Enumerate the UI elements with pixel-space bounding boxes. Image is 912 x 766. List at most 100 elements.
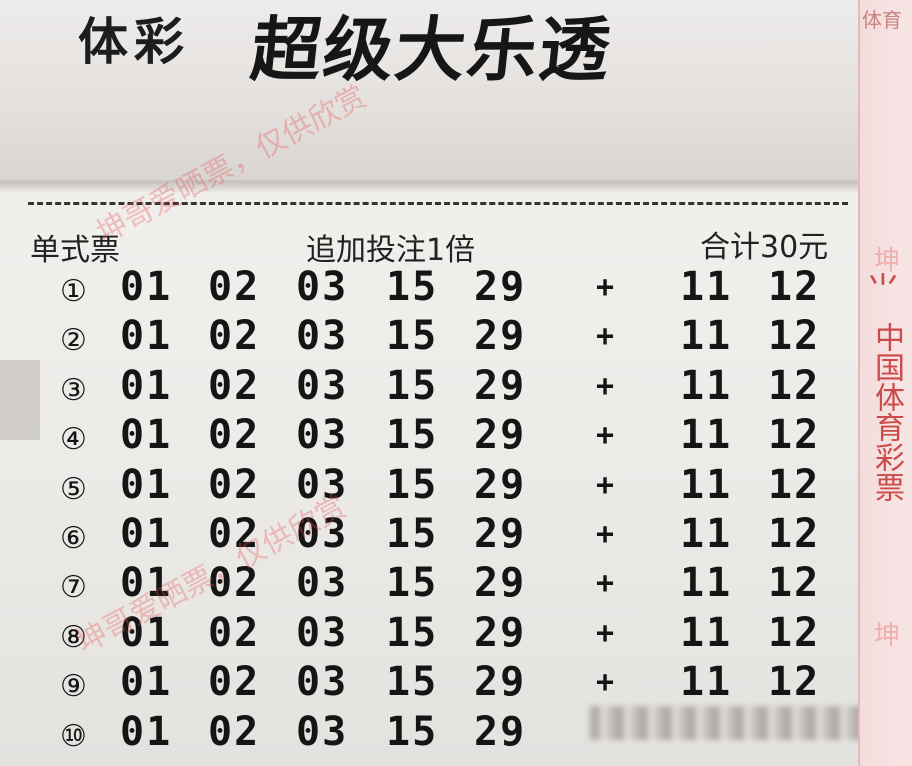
ticket-row: ② 01 02 03 15 29 +11 12 [60, 313, 850, 362]
background-object [0, 360, 40, 440]
front-number: 29 [474, 264, 527, 310]
front-number: 15 [386, 708, 439, 755]
ticket-row: ⑦ 01 02 03 15 29 +11 12 [60, 560, 850, 609]
ticket-row: ⑥ 01 02 03 15 29 +11 12 [60, 511, 850, 560]
row-index: ⑦ [60, 570, 87, 606]
back-number: 12 [768, 264, 821, 310]
front-number: 29 [474, 708, 527, 755]
front-number: 15 [386, 264, 439, 310]
front-number: 03 [296, 313, 349, 360]
back-number: 12 [768, 313, 821, 360]
back-number: 12 [768, 362, 821, 409]
ticket-row: ① 01 02 03 15 29 +11 12 [60, 264, 850, 313]
front-number: 03 [296, 412, 349, 459]
back-number: 11 [680, 659, 733, 706]
back-number: 11 [680, 560, 733, 607]
ticket-row: ⑤ 01 02 03 15 29 +11 12 [60, 462, 850, 511]
back-number: 12 [768, 510, 821, 557]
front-number: 01 [120, 510, 173, 557]
side-top-text: 体育 [862, 8, 902, 32]
plus-sign: + [596, 467, 615, 503]
front-number: 15 [386, 461, 439, 508]
back-number: 11 [680, 313, 733, 360]
ticket-type: 单式票 [30, 233, 120, 268]
back-number: 11 [680, 362, 733, 409]
front-number: 29 [474, 362, 527, 409]
row-index: ⑩ [60, 718, 87, 754]
front-number: 03 [296, 510, 349, 557]
front-number: 29 [474, 510, 527, 557]
front-number: 03 [296, 264, 349, 310]
front-number: 01 [120, 560, 173, 607]
back-number: 11 [680, 264, 733, 310]
front-number: 01 [120, 264, 173, 310]
front-number: 15 [386, 659, 439, 706]
front-number: 15 [386, 313, 439, 360]
front-number: 15 [386, 560, 439, 607]
plus-sign: + [596, 418, 615, 454]
plus-sign: + [596, 516, 615, 552]
back-number: 11 [680, 609, 733, 656]
front-number: 29 [474, 659, 527, 706]
back-number: 12 [768, 659, 821, 706]
front-number: 15 [386, 609, 439, 656]
plus-sign: + [596, 368, 615, 404]
front-number: 15 [386, 412, 439, 459]
front-number: 03 [296, 362, 349, 409]
front-number: 02 [208, 659, 261, 706]
front-number: 29 [474, 560, 527, 607]
front-number: 01 [120, 659, 173, 706]
front-number: 15 [386, 362, 439, 409]
plus-sign: + [596, 270, 615, 305]
number-rows: ① 01 02 03 15 29 +11 12 ② 01 02 03 15 29 +11 12 ③ 01 02 03 1… [60, 264, 850, 758]
front-number: 29 [474, 412, 527, 459]
ticket-row: ③ 01 02 03 15 29 +11 12 [60, 363, 850, 412]
side-watermark: 坤 [874, 246, 901, 276]
game-title: 超级大乐透 [247, 8, 616, 91]
front-number: 29 [474, 313, 527, 360]
ticket-row: ④ 01 02 03 15 29 +11 12 [60, 412, 850, 461]
bet-info: 追加投注1倍 [306, 233, 476, 268]
side-watermark: 坤 [874, 621, 901, 651]
front-number: 01 [120, 362, 173, 409]
front-number: 29 [474, 609, 527, 656]
front-number: 15 [386, 510, 439, 557]
plus-sign: + [596, 615, 615, 651]
row-index: ③ [60, 372, 87, 408]
fold-line [0, 182, 870, 192]
row-index: ④ [60, 422, 87, 458]
blurred-region [590, 706, 885, 740]
ticket-total: 合计30元 [700, 230, 829, 265]
front-number: 02 [208, 461, 261, 508]
back-number: 11 [680, 510, 733, 557]
front-number: 01 [120, 313, 173, 360]
front-number: 03 [296, 461, 349, 508]
row-index: ⑤ [60, 471, 87, 507]
back-number: 12 [768, 609, 821, 656]
front-number: 01 [120, 412, 173, 459]
side-vertical-text: 中国体育彩票 [869, 322, 904, 502]
front-number: 01 [120, 609, 173, 656]
front-number: 02 [208, 412, 261, 459]
front-number: 03 [296, 708, 349, 755]
back-number: 11 [680, 412, 733, 459]
plus-sign: + [596, 566, 615, 602]
front-number: 02 [208, 609, 261, 656]
brand-label: 体彩 [78, 13, 190, 71]
front-number: 02 [208, 708, 261, 755]
front-number: 29 [474, 461, 527, 508]
front-number: 03 [296, 659, 349, 706]
back-number: 12 [768, 560, 821, 607]
front-number: 02 [208, 560, 261, 607]
plus-sign: + [596, 319, 615, 355]
front-number: 01 [120, 708, 173, 755]
front-number: 02 [208, 510, 261, 557]
front-number: 02 [208, 313, 261, 360]
row-index: ⑥ [60, 520, 87, 556]
back-number: 11 [680, 461, 733, 508]
front-number: 02 [208, 264, 261, 310]
front-number: 03 [296, 560, 349, 607]
front-number: 02 [208, 362, 261, 409]
row-index: ① [60, 274, 87, 309]
row-index: ② [60, 323, 87, 359]
